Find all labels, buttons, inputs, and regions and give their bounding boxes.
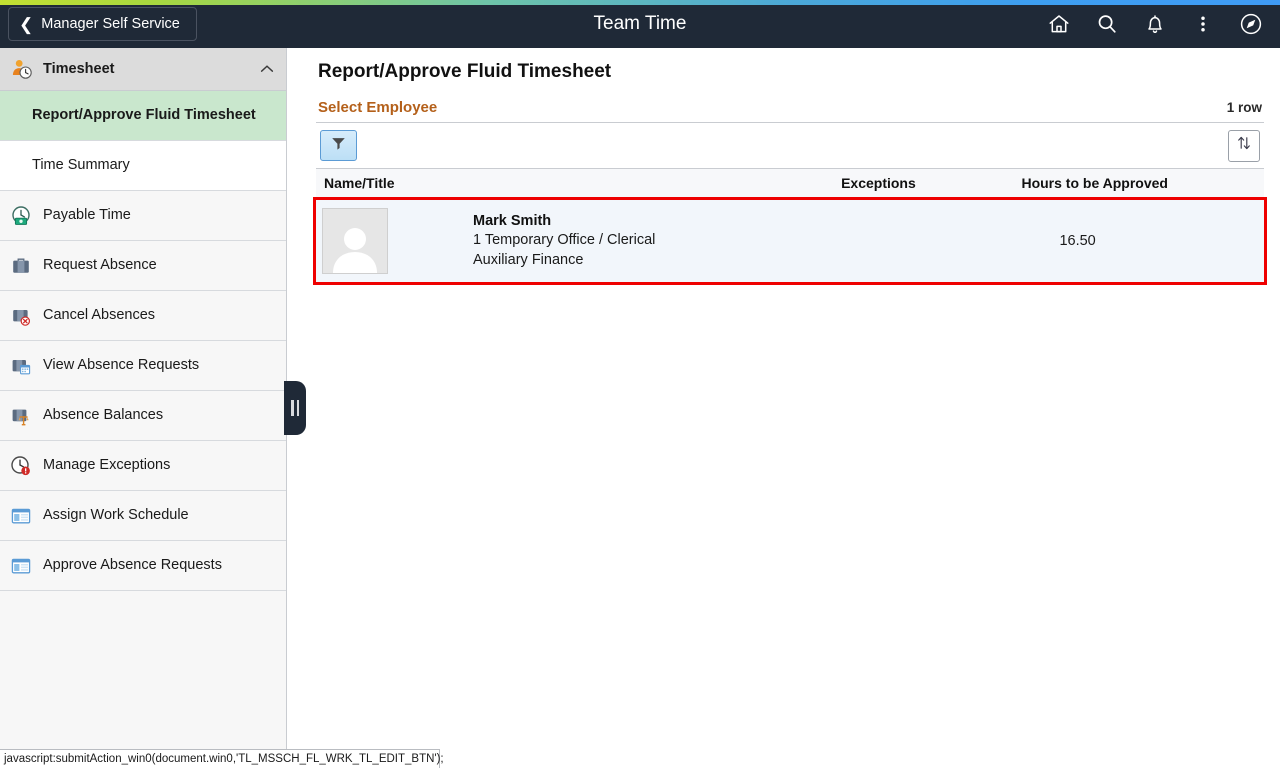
sort-arrows-icon	[1235, 134, 1253, 157]
sidebar-group-timesheet[interactable]: Timesheet	[0, 48, 286, 91]
sidebar-item-label: Payable Time	[43, 208, 131, 224]
sidebar-item-label: Assign Work Schedule	[43, 508, 189, 524]
sidebar-group-label: Timesheet	[43, 61, 114, 77]
cell-hours-to-be-approved: 16.50	[1013, 200, 1264, 283]
sidebar-item-label: Approve Absence Requests	[43, 558, 222, 574]
employee-name: Mark Smith	[473, 212, 655, 231]
section-label-select-employee: Select Employee	[318, 99, 1280, 116]
sidebar-item-label: Time Summary	[32, 158, 130, 174]
table-header-row: Name/Title Exceptions Hours to be Approv…	[316, 169, 1264, 200]
sidebar-item-absence-balances[interactable]: Absence Balances	[0, 391, 286, 441]
sidebar-item-report-approve-fluid-timesheet[interactable]: Report/Approve Fluid Timesheet	[0, 91, 286, 141]
cell-name-title: Mark Smith 1 Temporary Office / Clerical…	[316, 200, 833, 283]
actions-kebab-icon[interactable]	[1190, 11, 1216, 37]
back-to-manager-self-service-button[interactable]: ❮ Manager Self Service	[8, 7, 197, 41]
employee-table: Name/Title Exceptions Hours to be Approv…	[316, 169, 1264, 282]
handle-bar-right	[297, 400, 300, 416]
sidebar-item-label: View Absence Requests	[43, 358, 199, 374]
sidebar-item-approve-absence-requests[interactable]: Approve Absence Requests	[0, 541, 286, 591]
sidebar-item-request-absence[interactable]: Request Absence	[0, 241, 286, 291]
app-header: ❮ Manager Self Service Team Time	[0, 0, 1280, 48]
sidebar-item-label: Absence Balances	[43, 408, 163, 424]
hours-value: 16.50	[1013, 233, 1264, 249]
handle-bar-left	[291, 400, 294, 416]
sidebar-collapse-handle[interactable]	[284, 381, 306, 435]
sidebar-item-label: Report/Approve Fluid Timesheet	[32, 108, 256, 124]
column-header-name-title[interactable]: Name/Title	[316, 169, 833, 200]
sidebar-item-assign-work-schedule[interactable]: Assign Work Schedule	[0, 491, 286, 541]
navigation-sidebar: Timesheet Report/Approve Fluid Timesheet…	[0, 48, 287, 760]
browser-status-bar: javascript:submitAction_win0(document.wi…	[0, 749, 440, 768]
sidebar-item-label: Cancel Absences	[43, 308, 155, 324]
sidebar-item-label: Request Absence	[43, 258, 157, 274]
sidebar-item-label: Manage Exceptions	[43, 458, 170, 474]
column-header-hours-to-be-approved[interactable]: Hours to be Approved	[1013, 169, 1264, 200]
schedule-window-icon	[10, 555, 32, 577]
search-icon[interactable]	[1094, 11, 1120, 37]
notifications-bell-icon[interactable]	[1142, 11, 1168, 37]
avatar	[322, 208, 388, 274]
clock-money-icon	[10, 205, 32, 227]
chevron-up-icon[interactable]	[260, 63, 274, 76]
chevron-left-icon: ❮	[19, 16, 33, 33]
briefcase-cancel-icon	[10, 305, 32, 327]
sidebar-item-payable-time[interactable]: Payable Time	[0, 191, 286, 241]
sidebar-item-cancel-absences[interactable]: Cancel Absences	[0, 291, 286, 341]
person-clock-icon	[10, 57, 34, 81]
schedule-window-icon	[10, 505, 32, 527]
sidebar-item-time-summary[interactable]: Time Summary	[0, 141, 286, 191]
brand-gradient-strip	[0, 0, 1280, 5]
main-content: Report/Approve Fluid Timesheet Select Em…	[288, 48, 1280, 748]
grid-toolbar	[316, 123, 1264, 169]
row-count-label: 1 row	[1227, 100, 1262, 115]
briefcase-balance-icon	[10, 405, 32, 427]
column-header-exceptions[interactable]: Exceptions	[833, 169, 1013, 200]
employee-grid: Name/Title Exceptions Hours to be Approv…	[316, 122, 1264, 282]
briefcase-calendar-icon	[10, 355, 32, 377]
back-button-label: Manager Self Service	[41, 16, 180, 32]
navbar-compass-icon[interactable]	[1238, 11, 1264, 37]
page-title: Report/Approve Fluid Timesheet	[318, 61, 1280, 83]
table-row[interactable]: Mark Smith 1 Temporary Office / Clerical…	[316, 200, 1264, 283]
clock-alert-icon	[10, 455, 32, 477]
sidebar-item-view-absence-requests[interactable]: View Absence Requests	[0, 341, 286, 391]
sort-button[interactable]	[1228, 130, 1260, 162]
cell-exceptions	[833, 200, 1013, 283]
briefcase-icon	[10, 255, 32, 277]
employee-title-line-1: 1 Temporary Office / Clerical	[473, 231, 655, 250]
filter-button[interactable]	[320, 130, 357, 161]
header-icon-group	[1046, 11, 1280, 37]
employee-details: Mark Smith 1 Temporary Office / Clerical…	[473, 212, 655, 270]
employee-title-line-2: Auxiliary Finance	[473, 251, 655, 270]
home-icon[interactable]	[1046, 11, 1072, 37]
funnel-icon	[330, 135, 347, 157]
sidebar-item-manage-exceptions[interactable]: Manage Exceptions	[0, 441, 286, 491]
